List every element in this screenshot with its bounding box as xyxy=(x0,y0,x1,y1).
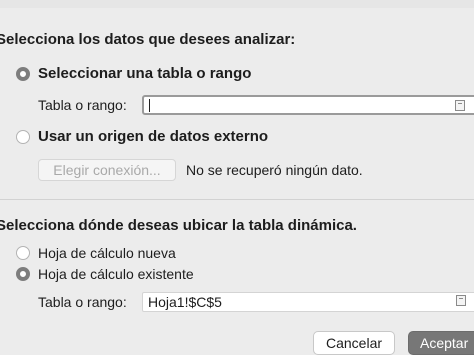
placement-range-input[interactable]: Hoja1!$C$5 xyxy=(142,292,474,312)
section-divider xyxy=(0,199,474,200)
placement-section-heading: Selecciona dónde deseas ubicar la tabla … xyxy=(0,217,357,234)
cancel-button[interactable]: Cancelar xyxy=(313,331,395,355)
radio-table-range-label: Seleccionar una tabla o rango xyxy=(38,65,252,82)
radio-existing-sheet[interactable]: Hoja de cálculo existente xyxy=(16,266,194,282)
table-range-input[interactable] xyxy=(142,95,474,115)
collapse-dialog-icon[interactable] xyxy=(456,295,466,306)
choose-connection-button[interactable]: Elegir conexión... xyxy=(38,159,176,181)
no-data-message: No se recuperó ningún dato. xyxy=(186,162,363,178)
accept-button[interactable]: Aceptar xyxy=(408,331,474,355)
radio-unselected-icon[interactable] xyxy=(16,246,30,260)
radio-unselected-icon[interactable] xyxy=(16,129,30,144)
radio-selected-icon[interactable] xyxy=(16,267,30,281)
placement-range-label: Tabla o rango: xyxy=(38,294,127,310)
placement-range-input-value: Hoja1!$C$5 xyxy=(148,294,222,310)
collapse-dialog-icon[interactable] xyxy=(455,100,465,111)
radio-new-sheet[interactable]: Hoja de cálculo nueva xyxy=(16,245,176,261)
dialog-top-strip xyxy=(0,0,474,8)
radio-external-source[interactable]: Usar un origen de datos externo xyxy=(16,128,268,145)
table-range-label: Tabla o rango: xyxy=(38,97,127,113)
text-caret xyxy=(149,99,150,112)
radio-external-source-label: Usar un origen de datos externo xyxy=(38,128,269,145)
radio-existing-sheet-label: Hoja de cálculo existente xyxy=(38,266,194,282)
radio-selected-icon[interactable] xyxy=(16,66,30,81)
radio-new-sheet-label: Hoja de cálculo nueva xyxy=(38,245,176,261)
radio-table-range[interactable]: Seleccionar una tabla o rango xyxy=(16,65,251,82)
data-section-heading: Selecciona los datos que desees analizar… xyxy=(0,31,296,48)
